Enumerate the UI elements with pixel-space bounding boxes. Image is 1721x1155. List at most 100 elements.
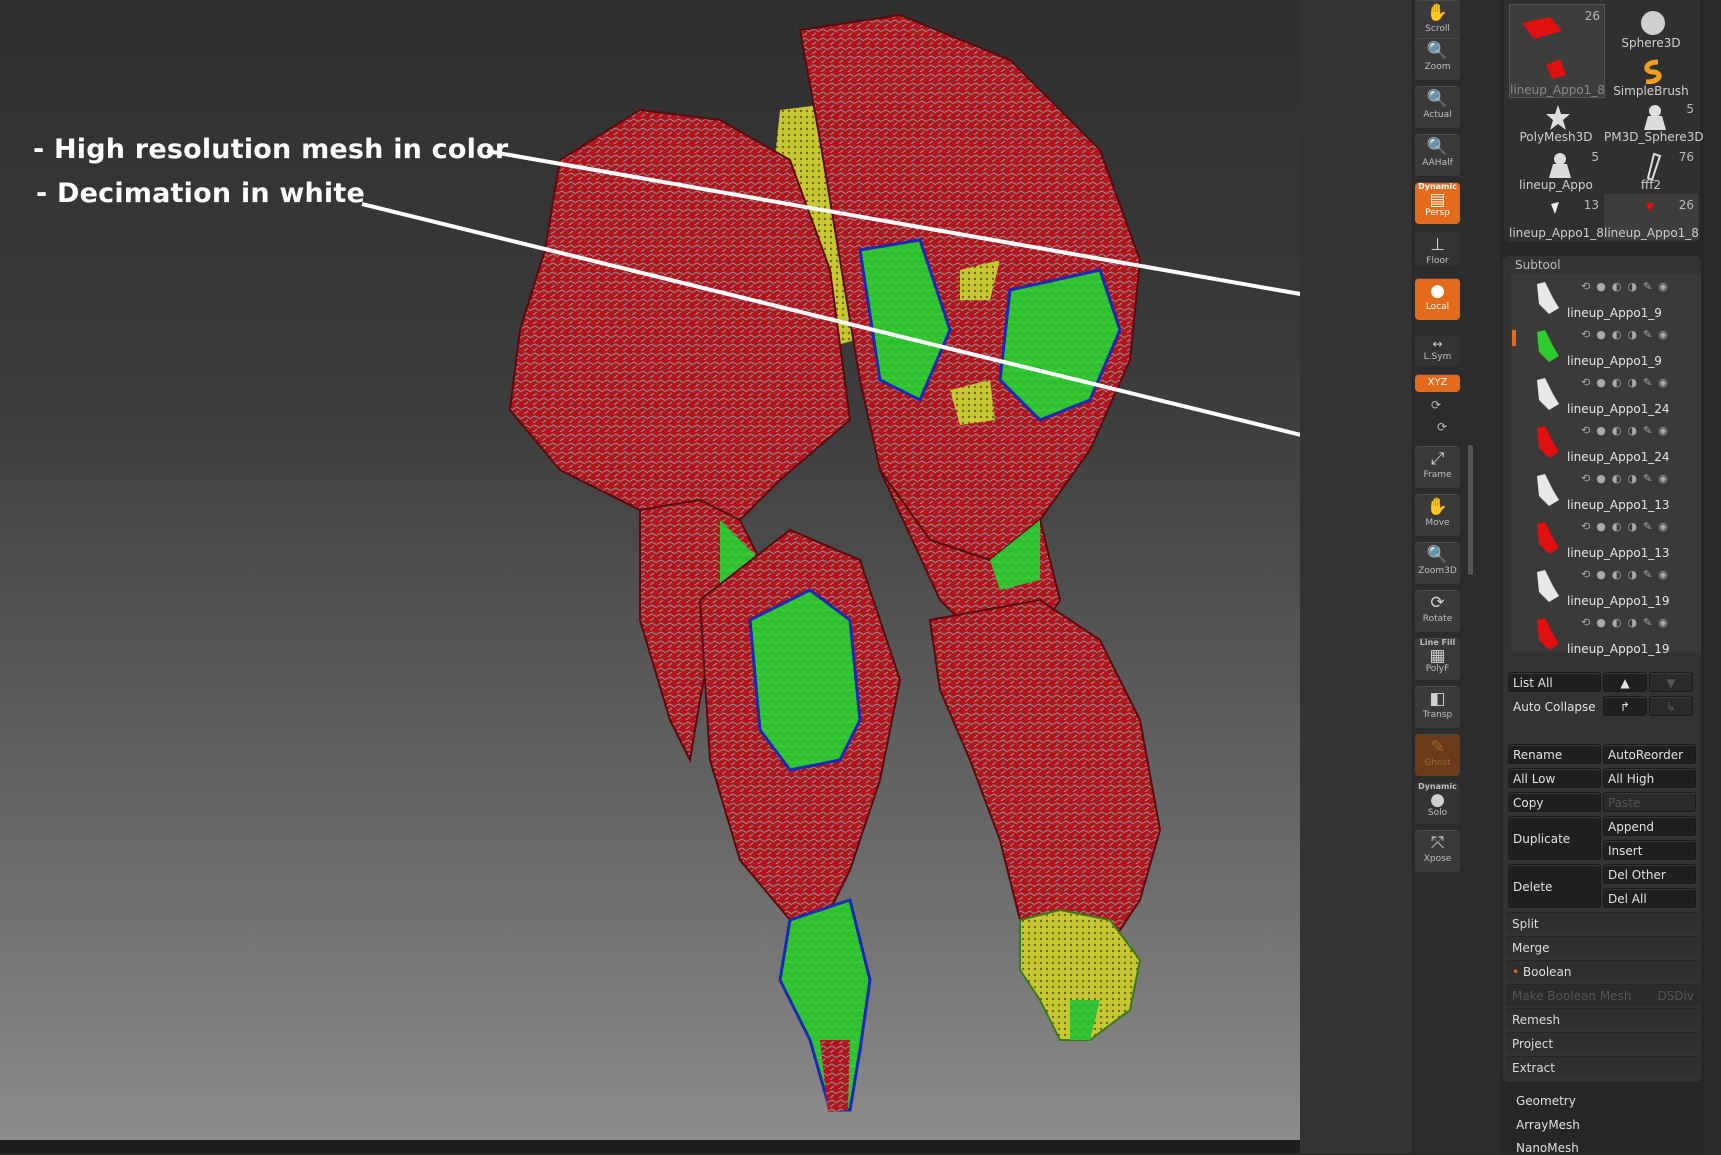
all-low-button[interactable]: All Low — [1508, 768, 1601, 788]
xyz-button[interactable]: XYZ — [1415, 374, 1460, 392]
arraymesh-menu[interactable]: ArrayMesh — [1516, 1118, 1580, 1132]
duplicate-button[interactable]: Duplicate — [1508, 816, 1601, 860]
rotate-button[interactable]: ⟳ Rotate — [1415, 590, 1460, 632]
zoom-button[interactable]: 🔍 Zoom — [1415, 38, 1460, 80]
xpose-icon: ⤧ — [1430, 833, 1445, 853]
merge-section[interactable]: Merge — [1506, 936, 1700, 958]
subtool-item-label: lineup_Appo1_13 — [1567, 546, 1670, 560]
subtool-item[interactable]: ⟲●◐◑✎◉ lineup_Appo1_13 — [1511, 468, 1701, 516]
del-other-button[interactable]: Del Other — [1603, 864, 1696, 884]
subtool-thumbnail-icon — [1537, 474, 1559, 506]
subtool-item[interactable]: ⟲●◐◑✎◉ lineup_Appo1_24 — [1511, 372, 1701, 420]
rotate-small-icon[interactable]: ⟳ — [1431, 398, 1441, 412]
subtool-item[interactable]: ⟲●◐◑✎◉ lineup_Appo1_9 — [1511, 324, 1701, 372]
3d-model-render — [508, 13, 1162, 1112]
ghost-icon: ✎ — [1430, 737, 1445, 757]
subtool-controls-icon[interactable]: ⟲●◐◑✎◉ — [1581, 472, 1674, 485]
magnifier-icon: 🔍 — [1426, 137, 1449, 157]
subtool-item[interactable]: ⟲●◐◑✎◉ lineup_Appo1_19 — [1511, 564, 1701, 612]
subtool-item-label: lineup_Appo1_13 — [1567, 498, 1670, 512]
all-high-button[interactable]: All High — [1603, 768, 1696, 788]
rename-button[interactable]: Rename — [1508, 744, 1601, 764]
local-button[interactable]: ● Local — [1415, 278, 1460, 320]
xpose-button[interactable]: ⤧ Xpose — [1415, 830, 1460, 872]
persp-button[interactable]: Dynamic ▤ Persp — [1415, 182, 1460, 224]
tool-thumb-lineup-appo[interactable]: 5 lineup_Appo — [1509, 146, 1603, 192]
move-button[interactable]: ✋ Move — [1415, 494, 1460, 536]
move-right-button[interactable]: ↱ — [1603, 696, 1647, 716]
auto-collapse-button[interactable]: Auto Collapse — [1508, 696, 1601, 716]
subtool-thumbnail-icon — [1537, 330, 1559, 362]
tool-thumb-lineup-appo1-8-b[interactable]: 26 lineup_Appo1_8 — [1604, 194, 1699, 240]
subtool-thumbnail-icon — [1537, 618, 1559, 650]
viewport-canvas[interactable] — [0, 0, 1300, 1140]
subtool-item-label: lineup_Appo1_19 — [1567, 594, 1670, 608]
ghost-button[interactable]: ✎ Ghost — [1415, 734, 1460, 776]
append-button[interactable]: Append — [1603, 816, 1696, 836]
subtool-controls-icon[interactable]: ⟲●◐◑✎◉ — [1581, 328, 1674, 341]
tool-thumb-polymesh3d[interactable]: PolyMesh3D — [1509, 98, 1603, 144]
subtool-item-label: lineup_Appo1_9 — [1567, 354, 1662, 368]
subtool-item-label: lineup_Appo1_19 — [1567, 642, 1670, 656]
arrow-down-button[interactable]: ▼ — [1649, 672, 1693, 692]
tool-thumb-simplebrush[interactable]: SimpleBrush — [1604, 52, 1698, 98]
transparency-icon: ◧ — [1429, 689, 1446, 709]
arrow-up-button[interactable]: ▲ — [1603, 672, 1647, 692]
zoom3d-button[interactable]: 🔍 Zoom3D — [1415, 542, 1460, 584]
transp-button[interactable]: ◧ Transp — [1415, 686, 1460, 728]
subtool-item[interactable]: ⟲●◐◑✎◉ lineup_Appo1_13 — [1511, 516, 1701, 564]
shelf-scrollbar[interactable] — [1468, 445, 1473, 575]
split-section[interactable]: Split — [1506, 912, 1700, 934]
extract-section[interactable]: Extract — [1506, 1056, 1700, 1078]
subtool-controls-icon[interactable]: ⟲●◐◑✎◉ — [1581, 424, 1674, 437]
subtool-item[interactable]: ⟲●◐◑✎◉ lineup_Appo1_9 — [1511, 276, 1701, 324]
scroll-button[interactable]: ✋ Scroll — [1415, 0, 1460, 42]
dsdiv-slider[interactable]: DSDiv — [1657, 985, 1700, 1007]
remesh-section[interactable]: Remesh — [1506, 1008, 1700, 1030]
floor-button[interactable]: ⊥ Floor — [1415, 232, 1460, 266]
lsym-button[interactable]: ↔ L.Sym — [1415, 336, 1460, 366]
tool-thumb-lineup-appo1-8-a[interactable]: 13 lineup_Appo1_8 — [1509, 194, 1604, 240]
solo-button[interactable]: Dynamic ● Solo — [1415, 782, 1460, 824]
polyf-button[interactable]: Line Fill ▦ PolyF — [1415, 638, 1460, 680]
subtool-controls-icon[interactable]: ⟲●◐◑✎◉ — [1581, 616, 1674, 629]
subtool-thumbnail-icon — [1537, 522, 1559, 554]
shelf-background — [1300, 0, 1412, 1153]
tool-thumb-active[interactable]: 26 lineup_Appo1_8 — [1509, 4, 1605, 98]
subtool-controls-icon[interactable]: ⟲●◐◑✎◉ — [1581, 280, 1674, 293]
insert-button[interactable]: Insert — [1603, 840, 1696, 860]
list-all-button[interactable]: List All — [1508, 672, 1601, 692]
polyframe-icon: ▦ — [1429, 646, 1446, 666]
aahalf-button[interactable]: 🔍 AAHalf — [1415, 134, 1460, 176]
annotation-high-res: - High resolution mesh in color — [33, 134, 509, 165]
boolean-section[interactable]: • Boolean — [1506, 960, 1700, 982]
subtool-item-label: lineup_Appo1_24 — [1567, 402, 1670, 416]
move-down-right-button[interactable]: ↳ — [1649, 696, 1693, 716]
tool-thumb-pm3d-sphere3d[interactable]: 5 PM3D_Sphere3D — [1604, 98, 1704, 144]
subtool-title[interactable]: Subtool — [1515, 258, 1561, 272]
subtool-controls-icon[interactable]: ⟲●◐◑✎◉ — [1581, 520, 1674, 533]
actual-button[interactable]: 🔍 Actual — [1415, 86, 1460, 128]
annotation-decimation: - Decimation in white — [36, 178, 365, 209]
symmetry-icon: ↔ — [1432, 337, 1443, 351]
del-all-button[interactable]: Del All — [1603, 888, 1696, 908]
subtool-controls-icon[interactable]: ⟲●◐◑✎◉ — [1581, 568, 1674, 581]
subtool-item[interactable]: ⟲●◐◑✎◉ lineup_Appo1_19 — [1511, 612, 1701, 660]
auto-reorder-button[interactable]: AutoReorder — [1603, 744, 1696, 764]
delete-button[interactable]: Delete — [1508, 864, 1601, 908]
subtool-controls-icon[interactable]: ⟲●◐◑✎◉ — [1581, 376, 1674, 389]
project-section[interactable]: Project — [1506, 1032, 1700, 1054]
tool-thumb-fff2[interactable]: 76 fff2 — [1604, 146, 1698, 192]
make-boolean-mesh-button[interactable]: Make Boolean Mesh DSDiv — [1506, 984, 1700, 1006]
rotate-small-icon-2[interactable]: ⟳ — [1437, 420, 1447, 434]
subtool-thumbnail-icon — [1537, 426, 1559, 458]
arrow-down-icon: ▼ — [1666, 676, 1676, 690]
paste-button[interactable]: Paste — [1603, 792, 1696, 812]
geometry-menu[interactable]: Geometry — [1516, 1094, 1576, 1108]
frame-button[interactable]: ⤢ Frame — [1415, 446, 1460, 488]
subtool-item[interactable]: ⟲●◐◑✎◉ lineup_Appo1_24 — [1511, 420, 1701, 468]
copy-button[interactable]: Copy — [1508, 792, 1601, 812]
mesh-thumbnail-icon — [1522, 17, 1566, 79]
magnifier-icon: 🔍 — [1426, 41, 1449, 61]
tool-thumb-sphere3d[interactable]: Sphere3D — [1604, 4, 1698, 50]
